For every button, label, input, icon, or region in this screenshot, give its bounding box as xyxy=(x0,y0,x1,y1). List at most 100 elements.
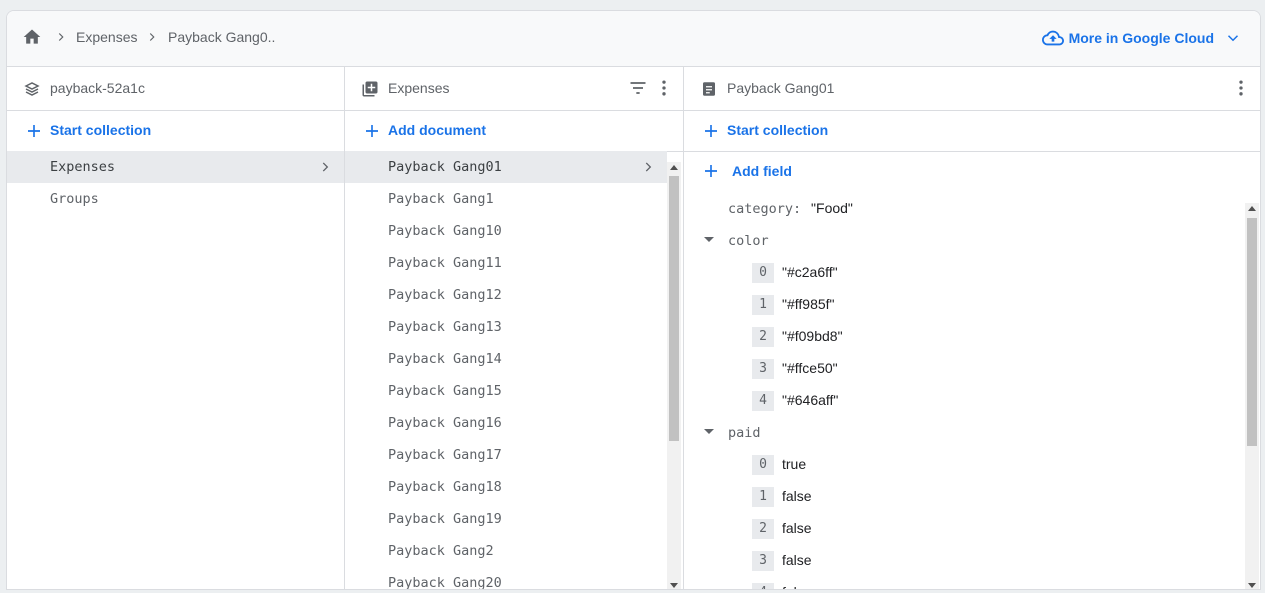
document-item-label: Payback Gang12 xyxy=(388,287,502,303)
collection-icon xyxy=(362,81,378,97)
project-title: payback-52a1c xyxy=(50,80,145,96)
document-item-label: Payback Gang14 xyxy=(388,351,502,367)
array-entry[interactable]: 3 false xyxy=(684,544,1244,576)
chevron-down-icon xyxy=(1227,35,1239,42)
field-key: color xyxy=(728,233,769,249)
document-item[interactable]: Payback Gang10 xyxy=(345,215,667,247)
array-index: 0 xyxy=(752,455,774,476)
array-entry[interactable]: 1 "#ff985f" xyxy=(684,288,1244,320)
array-entry[interactable]: 2 false xyxy=(684,512,1244,544)
document-list-scrollbar[interactable] xyxy=(667,162,681,589)
document-column: Payback Gang01 Start collection Add fiel… xyxy=(684,66,1260,589)
document-item[interactable]: Payback Gang15 xyxy=(345,375,667,407)
document-item[interactable]: Payback Gang12 xyxy=(345,279,667,311)
plus-icon xyxy=(366,125,378,137)
firestore-data-panel: Expenses Payback Gang0.. More in Google … xyxy=(6,10,1261,590)
document-item[interactable]: Payback Gang13 xyxy=(345,311,667,343)
plus-icon xyxy=(28,125,40,137)
more-in-google-cloud-label: More in Google Cloud xyxy=(1068,30,1214,46)
collection-item-label: Expenses xyxy=(50,159,116,175)
scroll-up-arrow[interactable] xyxy=(670,165,678,170)
firestore-icon xyxy=(24,82,40,96)
more-in-google-cloud-button[interactable]: More in Google Cloud xyxy=(1041,27,1242,49)
document-item-label: Payback Gang15 xyxy=(388,383,502,399)
document-item-label: Payback Gang10 xyxy=(388,223,502,239)
field-row-paid[interactable]: paid xyxy=(684,416,1244,448)
more-vert-icon[interactable] xyxy=(1231,78,1251,98)
document-item[interactable]: Payback Gang1 xyxy=(345,183,667,215)
scroll-up-arrow[interactable] xyxy=(1248,206,1256,211)
document-icon xyxy=(703,82,715,96)
array-value: false xyxy=(782,552,812,568)
array-entry[interactable]: 2 "#f09bd8" xyxy=(684,320,1244,352)
array-value: false xyxy=(782,584,812,589)
document-item[interactable]: Payback Gang11 xyxy=(345,247,667,279)
more-vert-icon[interactable] xyxy=(654,78,674,98)
filter-icon[interactable] xyxy=(628,78,648,98)
collection-list: Expenses Groups xyxy=(7,151,344,589)
breadcrumb-expenses[interactable]: Expenses xyxy=(76,29,137,45)
array-index: 3 xyxy=(752,551,774,572)
array-value: true xyxy=(782,456,807,472)
collapse-triangle-icon[interactable] xyxy=(704,429,714,434)
array-index: 1 xyxy=(752,487,774,508)
add-document-button[interactable]: Add document xyxy=(388,122,486,138)
array-index: 3 xyxy=(752,359,774,380)
document-item-label: Payback Gang01 xyxy=(388,159,502,175)
scroll-down-arrow[interactable] xyxy=(670,583,678,588)
document-item[interactable]: Payback Gang14 xyxy=(345,343,667,375)
document-item-label: Payback Gang1 xyxy=(388,191,494,207)
array-value: false xyxy=(782,488,812,504)
collection-item-label: Groups xyxy=(50,191,99,207)
field-key: paid xyxy=(728,425,761,441)
field-row-color[interactable]: color xyxy=(684,224,1244,256)
document-item-label: Payback Gang17 xyxy=(388,447,502,463)
chevron-right-icon xyxy=(322,162,329,172)
array-index: 1 xyxy=(752,295,774,316)
array-value: "#ff985f" xyxy=(782,296,835,312)
collection-item-expenses[interactable]: Expenses xyxy=(7,151,344,183)
field-key: category: xyxy=(728,201,802,217)
document-item-label: Payback Gang11 xyxy=(388,255,502,271)
document-list: Payback Gang01 Payback Gang1 Payback Gan… xyxy=(345,151,667,590)
start-collection-button[interactable]: Start collection xyxy=(727,122,828,138)
document-item[interactable]: Payback Gang19 xyxy=(345,503,667,535)
breadcrumb-bar: Expenses Payback Gang0.. More in Google … xyxy=(7,11,1260,67)
add-document-row[interactable]: Add document xyxy=(345,110,683,152)
field-row-category[interactable]: category: "Food" xyxy=(684,192,1244,224)
document-item-label: Payback Gang13 xyxy=(388,319,502,335)
start-subcollection-row[interactable]: Start collection xyxy=(684,110,1260,152)
document-item-label: Payback Gang18 xyxy=(388,479,502,495)
document-item[interactable]: Payback Gang17 xyxy=(345,439,667,471)
collection-column-header: Expenses xyxy=(345,66,683,111)
scroll-down-arrow[interactable] xyxy=(1248,583,1256,588)
start-collection-row[interactable]: Start collection xyxy=(7,110,344,152)
array-entry[interactable]: 4 "#646aff" xyxy=(684,384,1244,416)
array-entry[interactable]: 4 false xyxy=(684,576,1244,589)
chevron-right-icon xyxy=(149,33,155,41)
document-fields-scrollbar[interactable] xyxy=(1245,203,1259,589)
document-title: Payback Gang01 xyxy=(727,80,835,96)
document-item[interactable]: Payback Gang01 xyxy=(345,151,667,183)
document-item-label: Payback Gang2 xyxy=(388,543,494,559)
field-value: "Food" xyxy=(811,200,853,216)
collapse-triangle-icon[interactable] xyxy=(704,237,714,242)
add-field-button[interactable]: Add field xyxy=(702,162,792,180)
document-item[interactable]: Payback Gang18 xyxy=(345,471,667,503)
scrollbar-thumb[interactable] xyxy=(1247,218,1257,446)
document-item[interactable]: Payback Gang20 xyxy=(345,567,667,590)
array-entry[interactable]: 3 "#ffce50" xyxy=(684,352,1244,384)
array-value: "#f09bd8" xyxy=(782,328,843,344)
document-item-label: Payback Gang19 xyxy=(388,511,502,527)
array-entry[interactable]: 0 true xyxy=(684,448,1244,480)
document-item[interactable]: Payback Gang16 xyxy=(345,407,667,439)
home-icon[interactable] xyxy=(22,27,42,47)
start-collection-button[interactable]: Start collection xyxy=(50,122,151,138)
array-entry[interactable]: 0 "#c2a6ff" xyxy=(684,256,1244,288)
scrollbar-thumb[interactable] xyxy=(669,176,679,441)
document-item-label: Payback Gang20 xyxy=(388,575,502,590)
breadcrumb-document[interactable]: Payback Gang0.. xyxy=(168,29,275,45)
array-entry[interactable]: 1 false xyxy=(684,480,1244,512)
collection-item-groups[interactable]: Groups xyxy=(7,183,344,215)
document-item[interactable]: Payback Gang2 xyxy=(345,535,667,567)
